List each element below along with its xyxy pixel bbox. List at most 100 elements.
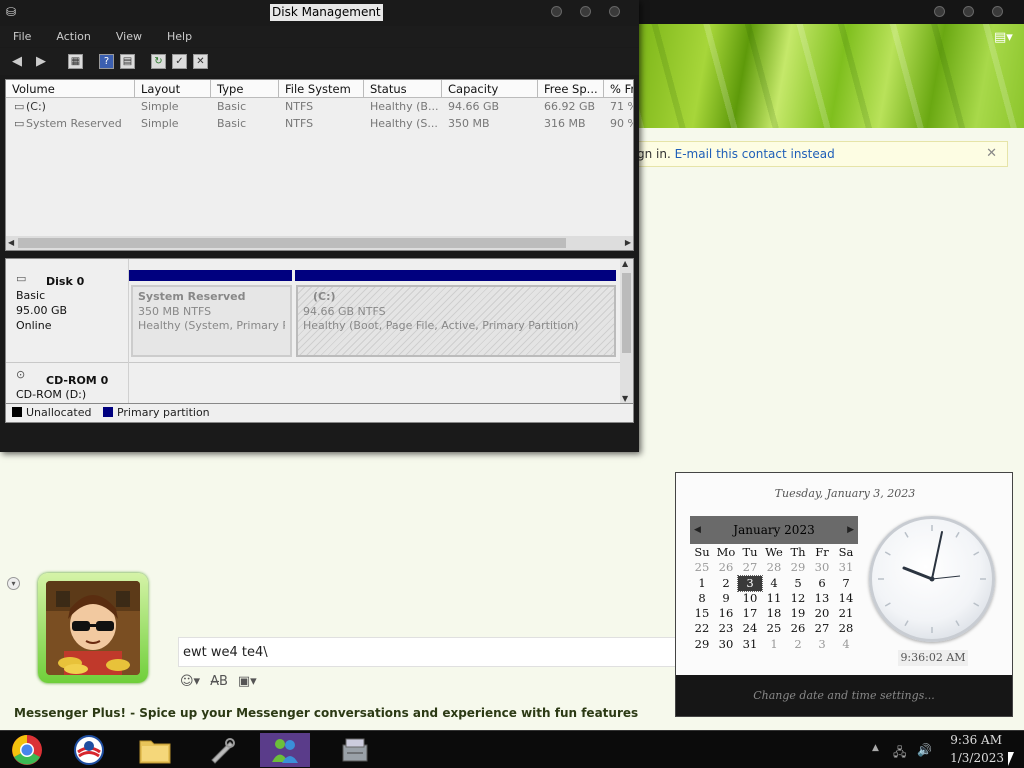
minimize-button[interactable] [934, 6, 945, 17]
menu-file[interactable]: File [0, 26, 43, 47]
volume-icon[interactable]: 🔊 [917, 743, 932, 757]
maximize-button[interactable] [963, 6, 974, 17]
taskbar-app-blue[interactable] [64, 733, 114, 767]
calendar-day[interactable]: 24 [738, 621, 762, 636]
calendar-day[interactable]: 29 [690, 637, 714, 652]
calendar-day[interactable]: 27 [810, 621, 834, 636]
back-icon[interactable]: ◀ [8, 53, 26, 71]
calendar-day[interactable]: 26 [714, 560, 738, 575]
col-status[interactable]: Status [364, 80, 442, 98]
taskbar-tool[interactable] [197, 733, 247, 767]
scene-menu-icon[interactable]: ▤▾ [994, 30, 1013, 45]
calendar-day[interactable]: 25 [690, 560, 714, 575]
avatar[interactable] [46, 581, 140, 675]
calendar-day[interactable]: 4 [834, 637, 858, 652]
network-icon[interactable]: 🖧 [893, 743, 906, 764]
prev-month-icon[interactable]: ◀ [694, 516, 701, 544]
collapse-toggle[interactable]: ▾ [7, 577, 20, 590]
vertical-scrollbar[interactable]: ▲ ▼ [620, 259, 633, 403]
calendar-day[interactable]: 15 [690, 606, 714, 621]
calendar-day[interactable]: 4 [762, 576, 786, 591]
calendar-day[interactable]: 2 [786, 637, 810, 652]
calendar-day[interactable]: 13 [810, 591, 834, 606]
col-file-system[interactable]: File System [279, 80, 364, 98]
calendar-day[interactable]: 7 [834, 576, 858, 591]
calendar-day[interactable]: 9 [714, 591, 738, 606]
col-layout[interactable]: Layout [135, 80, 211, 98]
scroll-down-icon[interactable]: ▼ [622, 394, 628, 403]
calendar-day[interactable]: 29 [786, 560, 810, 575]
calendar-day[interactable]: 19 [786, 606, 810, 621]
calendar-day[interactable]: 26 [786, 621, 810, 636]
properties-icon[interactable]: ▤ [120, 54, 135, 69]
calendar-day[interactable]: 31 [738, 637, 762, 652]
maximize-button[interactable] [580, 6, 591, 17]
calendar-day[interactable]: 17 [738, 606, 762, 621]
close-button[interactable] [609, 6, 620, 17]
scrollbar-thumb[interactable] [18, 238, 566, 248]
close-icon[interactable]: ✕ [986, 142, 997, 166]
partition-system-reserved[interactable]: System Reserved 350 MB NTFS Healthy (Sys… [131, 285, 292, 357]
calendar-day[interactable]: 3 [810, 637, 834, 652]
show-hide-console-icon[interactable]: ▦ [68, 54, 83, 69]
taskbar-chrome[interactable] [2, 733, 52, 767]
calendar-day[interactable]: 30 [810, 560, 834, 575]
refresh-icon[interactable]: ↻ [151, 54, 166, 69]
next-month-icon[interactable]: ▶ [847, 516, 854, 544]
tray-expand-icon[interactable]: ▲ [872, 743, 879, 753]
calendar-day[interactable]: 12 [786, 591, 810, 606]
message-input[interactable]: ewt we4 te4\ [178, 637, 676, 667]
scrollbar-thumb[interactable] [622, 273, 631, 353]
month-label[interactable]: January 2023 [733, 523, 814, 537]
menu-help[interactable]: Help [154, 26, 204, 47]
scroll-right-icon[interactable]: ▶ [625, 236, 631, 250]
menu-action[interactable]: Action [43, 26, 102, 47]
taskbar-date[interactable]: 1/3/2023 [950, 751, 1004, 765]
background-icon[interactable]: ▣▾ [238, 674, 257, 689]
delete-icon[interactable]: ✕ [193, 54, 208, 69]
close-button[interactable] [992, 6, 1003, 17]
calendar-day[interactable]: 23 [714, 621, 738, 636]
email-contact-link[interactable]: E-mail this contact instead [675, 147, 835, 161]
change-date-time-link[interactable]: Change date and time settings... [676, 675, 1012, 716]
calendar-day[interactable]: 25 [762, 621, 786, 636]
calendar-day[interactable]: 20 [810, 606, 834, 621]
calendar-day-today[interactable]: 3 [737, 574, 763, 592]
calendar-day[interactable]: 31 [834, 560, 858, 575]
col-type[interactable]: Type [211, 80, 279, 98]
calendar-day[interactable]: 11 [762, 591, 786, 606]
help-icon[interactable]: ? [99, 54, 114, 69]
calendar-day[interactable]: 10 [738, 591, 762, 606]
menu-view[interactable]: View [103, 26, 154, 47]
long-date[interactable]: Tuesday, January 3, 2023 [676, 487, 1014, 500]
scroll-left-icon[interactable]: ◀ [8, 236, 14, 250]
calendar-day[interactable]: 27 [738, 560, 762, 575]
col-percent-free[interactable]: % Fre [604, 80, 633, 98]
taskbar-time[interactable]: 9:36 AM [950, 733, 1002, 747]
calendar-day[interactable]: 1 [762, 637, 786, 652]
forward-icon[interactable]: ▶ [32, 53, 50, 71]
minimize-button[interactable] [551, 6, 562, 17]
partition-c[interactable]: (C:) 94.66 GB NTFS Healthy (Boot, Page F… [296, 285, 616, 357]
calendar-day[interactable]: 1 [690, 576, 714, 591]
calendar-day[interactable]: 30 [714, 637, 738, 652]
font-icon[interactable]: A̶B [210, 674, 228, 689]
calendar-day[interactable]: 14 [834, 591, 858, 606]
calendar-day[interactable]: 28 [834, 621, 858, 636]
calendar-day[interactable]: 2 [714, 576, 738, 591]
taskbar-disk-management[interactable] [330, 733, 380, 767]
col-volume[interactable]: Volume [6, 80, 135, 98]
calendar-day[interactable]: 16 [714, 606, 738, 621]
horizontal-scrollbar[interactable]: ◀ ▶ [6, 236, 633, 250]
emoticon-icon[interactable]: ☺▾ [180, 674, 200, 689]
calendar-day[interactable]: 5 [786, 576, 810, 591]
calendar-day[interactable]: 28 [762, 560, 786, 575]
taskbar-explorer[interactable] [130, 733, 180, 767]
taskbar-messenger[interactable] [260, 733, 310, 767]
calendar-day[interactable]: 6 [810, 576, 834, 591]
check-icon[interactable]: ✓ [172, 54, 187, 69]
col-capacity[interactable]: Capacity [442, 80, 538, 98]
calendar-day[interactable]: 22 [690, 621, 714, 636]
col-free-space[interactable]: Free Sp... [538, 80, 604, 98]
scroll-up-icon[interactable]: ▲ [622, 259, 628, 268]
